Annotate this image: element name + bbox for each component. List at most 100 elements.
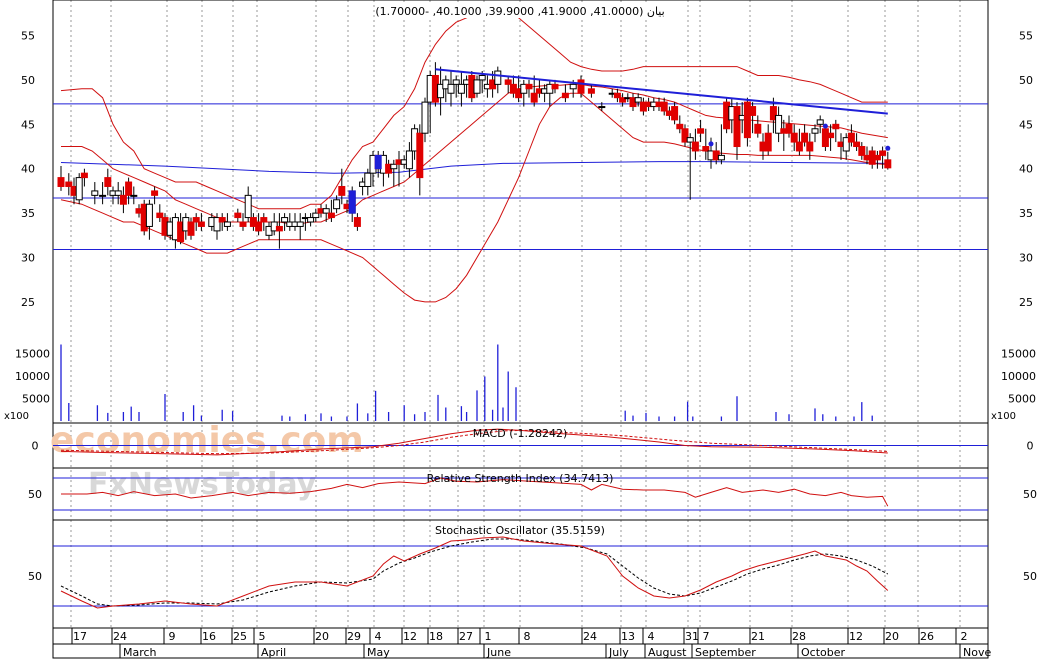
candle-up	[598, 106, 606, 109]
candle-blue	[374, 154, 382, 170]
candle-down	[858, 146, 866, 156]
x-tick-label: 4	[375, 630, 382, 643]
candle-down	[561, 92, 569, 99]
candle-down	[187, 221, 195, 236]
x-tick-label: 12	[403, 630, 417, 643]
candle-down	[764, 132, 772, 152]
price-tick-right: 40	[1019, 163, 1033, 176]
x-tick-label: 2	[961, 630, 968, 643]
x-tick-label: 9	[169, 630, 176, 643]
candle-down	[884, 159, 892, 169]
candle-down	[671, 106, 679, 121]
candle-down	[151, 190, 159, 196]
signal-marker	[822, 123, 828, 129]
volume-tick-left: 15000	[15, 348, 50, 361]
candle-up	[816, 119, 824, 125]
x-tick-label: 29	[347, 630, 361, 643]
x-tick-label: 8	[524, 630, 531, 643]
candle-up	[447, 83, 455, 94]
volume-tick-left: 10000	[15, 370, 50, 383]
candle-down	[353, 217, 361, 227]
candle-up	[569, 83, 577, 90]
price-tick-right: 55	[1019, 30, 1033, 43]
macd-tick-left: 0	[32, 440, 39, 453]
candle-up	[296, 221, 304, 227]
price-tick-left: 55	[21, 30, 35, 43]
candle-down	[832, 123, 840, 130]
candle-blue	[348, 190, 356, 214]
x-tick-label: 12	[849, 630, 863, 643]
month-label: July	[608, 646, 629, 659]
stochastic-d-line	[60, 538, 889, 607]
stochastic-k-line	[60, 536, 889, 609]
x-tick-label: 16	[202, 630, 216, 643]
candle-up	[244, 194, 252, 219]
candle-down	[504, 79, 512, 85]
price-chart-title: بيان (41.0000, 41.9000, 39.9000, 40.1000…	[375, 5, 664, 18]
x-tick-label: 20	[885, 630, 899, 643]
price-tick-right: 30	[1019, 252, 1033, 265]
candle-down	[104, 177, 112, 187]
x-tick-label: 13	[621, 630, 635, 643]
candle-down	[801, 132, 809, 143]
volume-layer: 5000 5000 10000 10000 15000 15000	[15, 344, 1036, 421]
month-label: March	[123, 646, 157, 659]
candle-up	[686, 137, 694, 143]
bollinger-middle-band	[61, 83, 888, 225]
candle-up	[494, 70, 502, 85]
candle-down	[587, 88, 595, 94]
macd-title: MACD (-1.28242)	[473, 427, 568, 440]
candle-down	[754, 123, 762, 134]
x-tick-label: 7	[703, 630, 710, 643]
month-label: June	[486, 646, 511, 659]
candle-up	[75, 177, 83, 201]
price-tick-left: 30	[21, 252, 35, 265]
stochastic-tick-right: 50	[1023, 570, 1037, 583]
candle-up	[307, 217, 315, 223]
volume-tick-right: 10000	[1001, 370, 1036, 383]
candle-up	[390, 163, 398, 170]
x-tick-label: 21	[751, 630, 765, 643]
candle-down	[806, 141, 814, 152]
candle-down	[847, 132, 855, 143]
price-layer: 25 25 30 30 35 35 40 40 45 45 50 50 55 55	[21, 8, 1033, 309]
axis-layer: 17 24 9 16 25 5 20 29 4 12 18 27 1 8 24 13 4 31 7 21 28 12 20 2…	[53, 628, 991, 659]
candle-down	[733, 106, 741, 148]
price-tick-left: 40	[21, 163, 35, 176]
candle-down	[255, 221, 263, 232]
candle-down	[327, 212, 335, 219]
macd-tick-right: 0	[1027, 440, 1034, 453]
candle-up	[312, 212, 320, 219]
candle-up	[634, 97, 642, 103]
moving-average-line	[60, 161, 888, 174]
candle-down	[853, 141, 861, 148]
candle-down	[156, 212, 164, 219]
candle-down	[795, 141, 803, 152]
x-tick-label: 27	[459, 630, 473, 643]
candle-up	[281, 217, 289, 223]
candle-up	[333, 199, 341, 210]
month-label: August	[648, 646, 687, 659]
candle-down	[192, 217, 200, 223]
bollinger-upper-band	[60, 8, 888, 210]
month-label: October	[801, 646, 845, 659]
x-tick-label: 24	[113, 630, 127, 643]
candle-down	[234, 212, 242, 219]
candle-down	[197, 221, 205, 227]
price-tick-right: 50	[1019, 74, 1033, 87]
candle-down	[873, 154, 881, 161]
month-label: September	[695, 646, 756, 659]
stochastic-title: Stochastic Oscillator (35.5159)	[435, 524, 605, 537]
x-tick-label: 17	[73, 630, 87, 643]
price-tick-left: 50	[21, 74, 35, 87]
candle-up	[99, 194, 107, 197]
candle-up	[322, 208, 330, 214]
volume-tick-left: 5000	[22, 393, 50, 406]
candle-up	[478, 74, 486, 81]
volume-scale-label-left: x100	[4, 411, 29, 422]
candle-up	[223, 221, 231, 227]
candle-down	[691, 141, 699, 152]
price-tick-left: 25	[21, 296, 35, 309]
price-tick-right: 25	[1019, 296, 1033, 309]
month-label: April	[261, 646, 286, 659]
